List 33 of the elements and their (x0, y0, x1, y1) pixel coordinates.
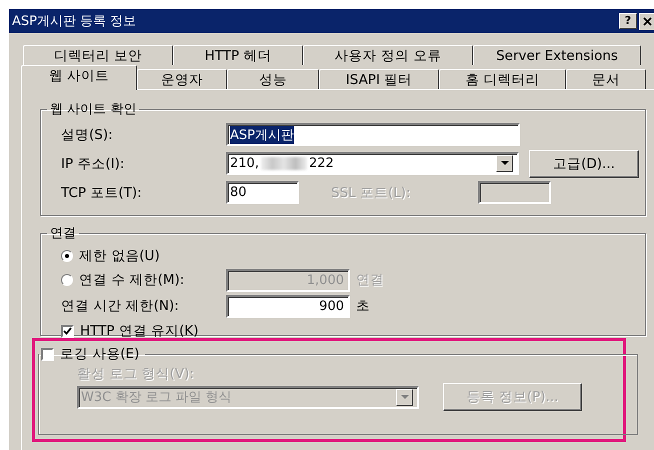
group-title: 웹 사이트 확인 (49, 101, 138, 118)
unit-label: 초 (356, 297, 370, 315)
logging-checkbox[interactable]: 로깅 사용(E) (41, 345, 140, 363)
tab[interactable]: 운영자 (137, 69, 227, 89)
checkmark-icon (63, 327, 72, 335)
tab[interactable]: 사용자 정의 오류 (303, 45, 473, 65)
tab[interactable]: 디렉터리 보안 (23, 45, 173, 65)
ip-address-dropdown[interactable]: 210, 222 (226, 152, 519, 175)
field-label: IP 주소(I): (61, 154, 126, 172)
advanced-button[interactable]: 고급(D)... (529, 150, 639, 178)
caret-down-icon (400, 394, 408, 400)
caret-down-icon (500, 161, 508, 166)
group-title: 연결 (49, 225, 77, 242)
timeout-field[interactable]: 900 (226, 294, 350, 318)
tcp-port-field[interactable]: 80 (226, 181, 299, 204)
field-label: 연결 시간 제한(N): (61, 297, 180, 315)
help-button[interactable]: ? (619, 12, 637, 28)
tab[interactable]: 홈 디렉터리 (439, 69, 566, 89)
keep-alive-checkbox[interactable]: HTTP 연결 유지(K) (61, 322, 199, 340)
ssl-port-field[interactable] (478, 181, 551, 204)
tab[interactable]: 문서 (566, 69, 646, 89)
radio-option[interactable]: 제한 없음(U) (61, 247, 160, 265)
tab[interactable]: 성능 (227, 69, 319, 89)
radio-option[interactable]: 연결 수 제한(M): (61, 271, 226, 289)
tab[interactable]: Server Extensions (473, 45, 641, 65)
tab[interactable]: HTTP 헤더 (173, 45, 303, 65)
field-label: 설명(S): (61, 126, 114, 144)
tab[interactable]: ISAPI 필터 (319, 69, 439, 89)
close-icon[interactable] (639, 12, 654, 30)
field-label: TCP 포트(T): (61, 184, 143, 202)
tab[interactable]: 웹 사이트 (21, 65, 137, 90)
window-title: ASP게시판 등록 정보 (12, 13, 136, 30)
description-field[interactable]: ASP게시판 (226, 123, 520, 146)
